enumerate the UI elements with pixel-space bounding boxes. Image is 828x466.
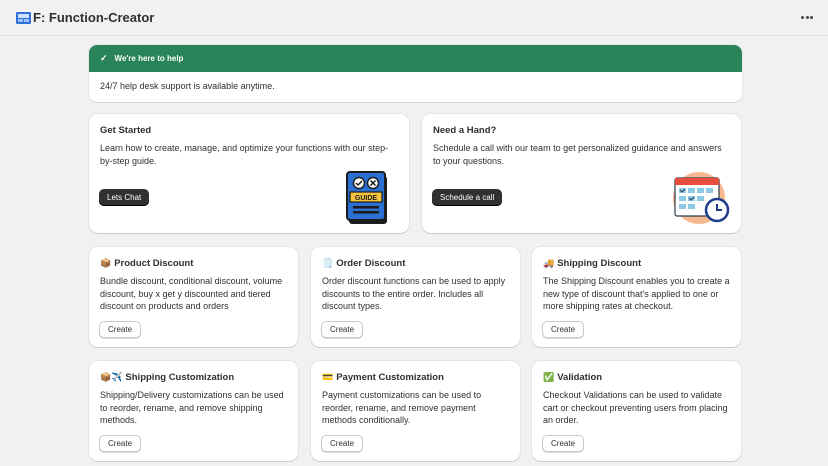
- help-banner: ✓ We're here to help 24/7 help desk supp…: [89, 45, 742, 102]
- guide-illustration-label: GUIDE: [355, 195, 378, 202]
- package-plane-icon: 📦✈️: [100, 372, 123, 382]
- payment-customization-card: 💳 Payment Customization Payment customiza…: [311, 361, 520, 461]
- shipping-discount-create-button[interactable]: Create: [542, 321, 585, 338]
- shipping-customization-create-button[interactable]: Create: [99, 435, 142, 452]
- payment-customization-text: Payment customizations can be used to re…: [322, 390, 482, 425]
- get-started-card: Get Started Learn how to create, manage,…: [89, 114, 409, 233]
- validation-create-button[interactable]: Create: [542, 435, 585, 452]
- order-discount-card: 🗒️ Order Discount Order discount function…: [311, 247, 520, 347]
- app-title: F: Function-Creator: [33, 10, 155, 25]
- validation-title: Validation: [557, 372, 603, 383]
- shipping-customization-title: Shipping Customization: [125, 372, 235, 383]
- product-discount-create-button[interactable]: Create: [99, 321, 142, 338]
- app-header: F: Function-Creator: [0, 0, 828, 36]
- credit-card-icon: 💳: [322, 372, 334, 382]
- package-icon: 📦: [100, 258, 112, 268]
- schedule-call-button[interactable]: Schedule a call: [432, 189, 503, 206]
- help-banner-text: 24/7 help desk support is available anyt…: [100, 81, 275, 91]
- order-discount-title: Order Discount: [336, 258, 406, 269]
- validation-card: ✅ Validation Checkout Validations can be …: [532, 361, 741, 461]
- help-banner-header: ✓ We're here to help: [89, 45, 742, 72]
- need-hand-title: Need a Hand?: [433, 125, 497, 136]
- product-discount-text: Bundle discount, conditional discount, v…: [100, 276, 283, 311]
- payment-customization-create-button[interactable]: Create: [321, 435, 364, 452]
- get-started-text: Learn how to create, manage, and optimiz…: [100, 143, 389, 166]
- calendar-clock-icon: [673, 172, 730, 224]
- payment-customization-title: Payment Customization: [336, 372, 444, 383]
- shipping-discount-card: 🚚 Shipping Discount The Shipping Discount…: [532, 247, 741, 347]
- product-discount-title: Product Discount: [114, 258, 194, 269]
- app-logo-icon: [16, 11, 31, 24]
- product-discount-card: 📦 Product Discount Bundle discount, condi…: [89, 247, 298, 347]
- shipping-customization-text: Shipping/Delivery customizations can be …: [100, 390, 284, 425]
- shipping-discount-title: Shipping Discount: [557, 258, 642, 269]
- need-hand-text: Schedule a call with our team to get per…: [433, 143, 722, 166]
- more-actions-icon[interactable]: [800, 10, 814, 24]
- shipping-customization-card: 📦✈️ Shipping Customization Shipping/Deliv…: [89, 361, 298, 461]
- validation-text: Checkout Validations can be used to vali…: [543, 390, 728, 425]
- truck-icon: 🚚: [543, 258, 555, 268]
- notepad-icon: 🗒️: [322, 258, 334, 268]
- need-hand-card: Need a Hand? Schedule a call with our te…: [422, 114, 741, 233]
- lets-chat-button[interactable]: Lets Chat: [99, 189, 150, 206]
- checkmark-icon: ✓: [100, 53, 108, 63]
- get-started-title: Get Started: [100, 125, 152, 136]
- check-box-icon: ✅: [543, 372, 555, 382]
- guide-book-icon: GUIDE: [346, 171, 387, 224]
- order-discount-text: Order discount functions can be used to …: [322, 276, 506, 311]
- order-discount-create-button[interactable]: Create: [321, 321, 364, 338]
- help-banner-title: We're here to help: [114, 54, 184, 63]
- shipping-discount-text: The Shipping Discount enables you to cre…: [543, 276, 730, 311]
